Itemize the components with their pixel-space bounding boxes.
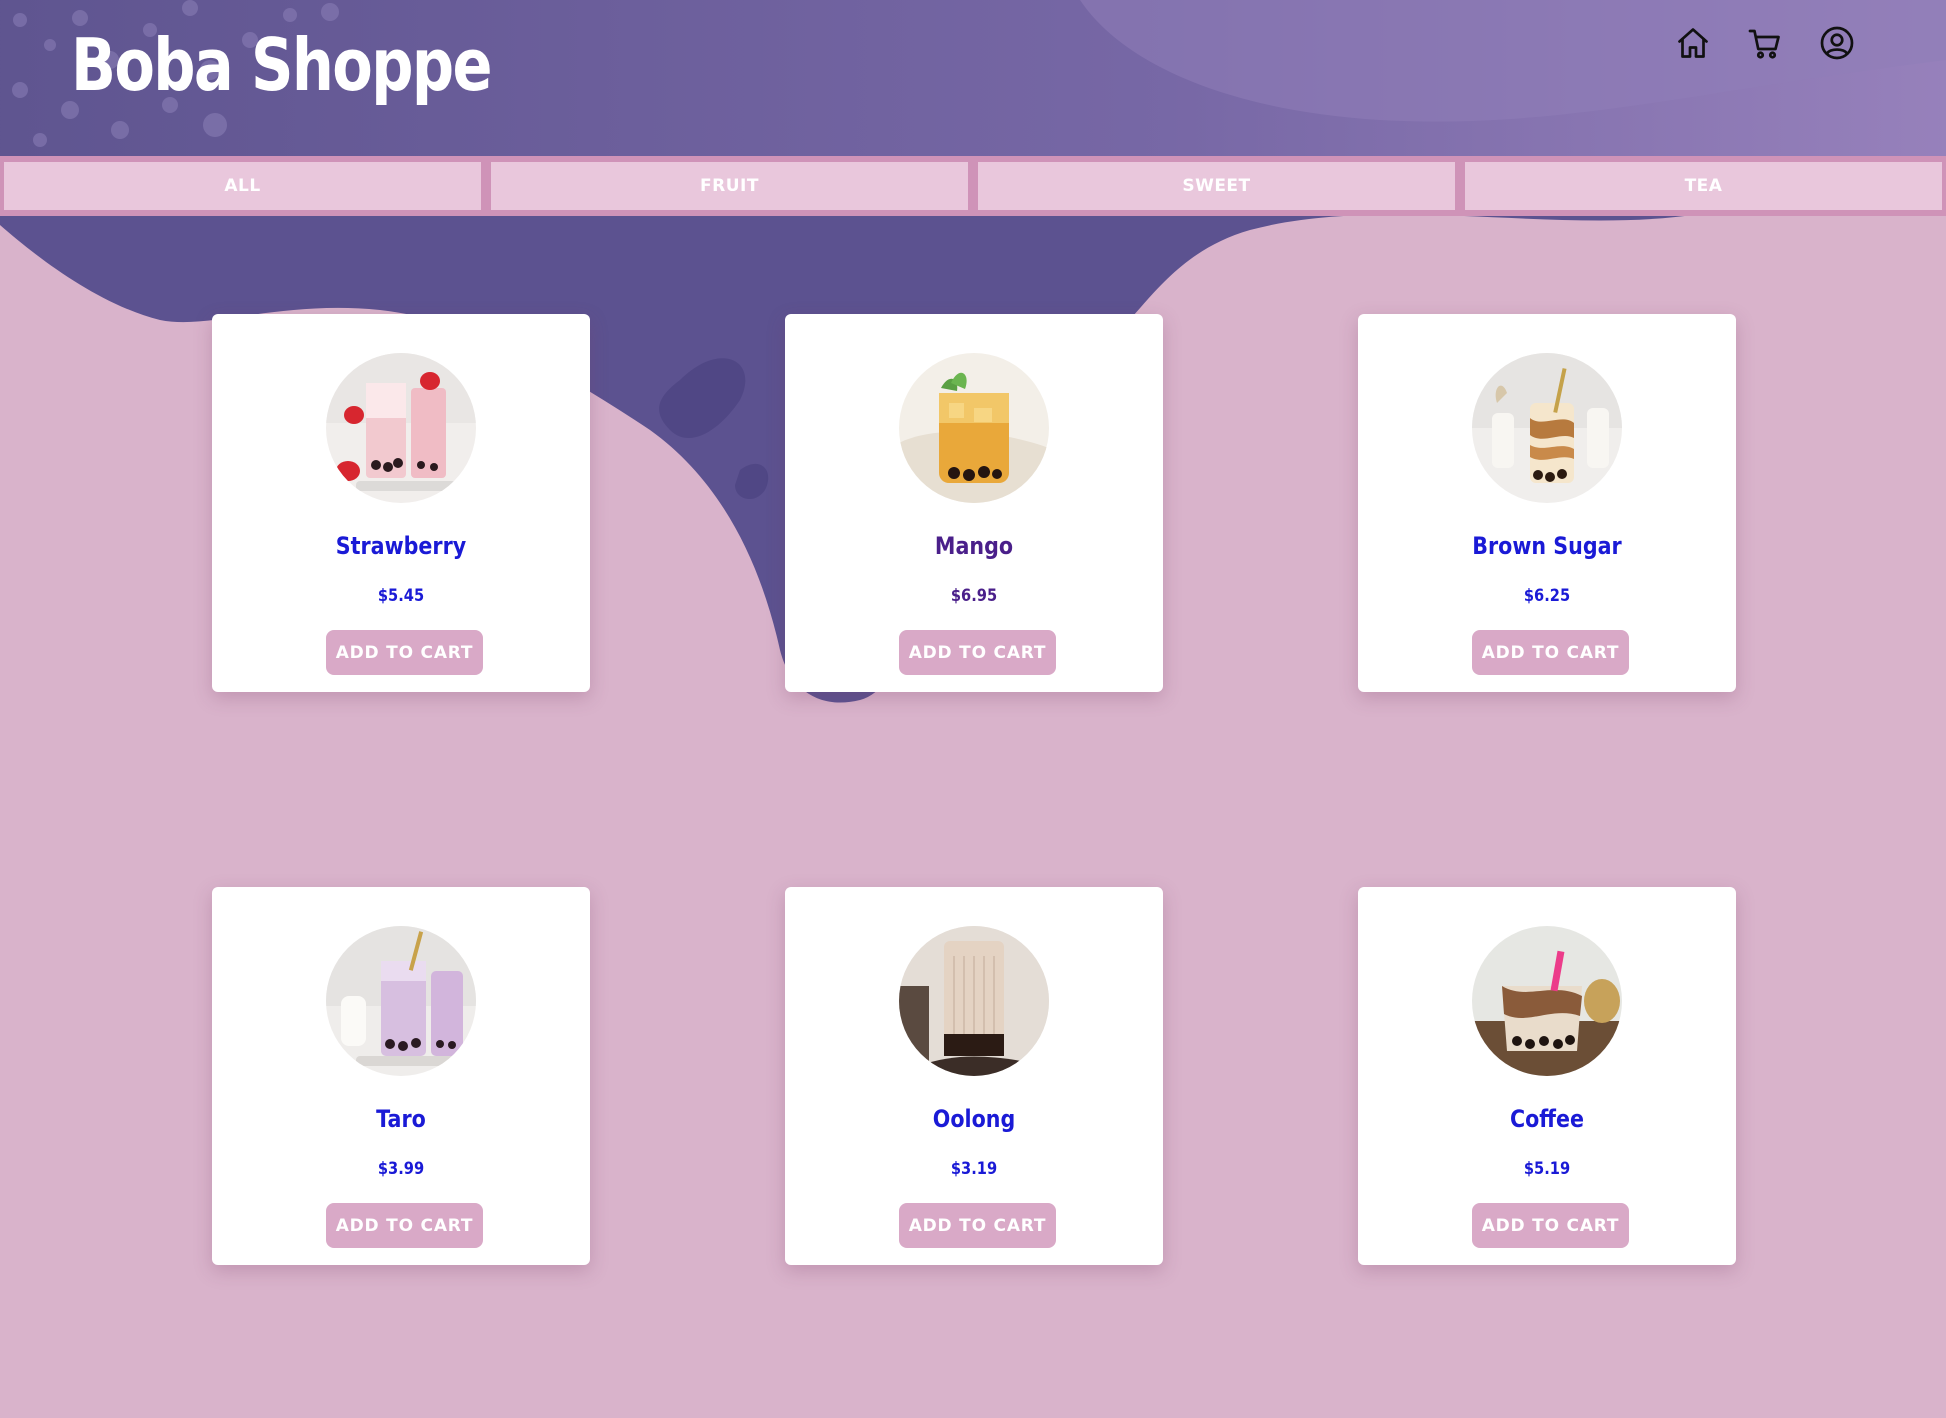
brown-sugar-boba-image[interactable] bbox=[1472, 353, 1622, 503]
tab-tea[interactable]: TEA bbox=[1465, 162, 1942, 210]
add-to-cart-button[interactable]: ADD TO CART bbox=[1472, 1203, 1629, 1248]
product-price: $3.19 bbox=[950, 1159, 998, 1179]
product-card-mango: Mango $6.95 ADD TO CART bbox=[785, 314, 1163, 692]
mango-boba-image[interactable] bbox=[899, 353, 1049, 503]
oolong-boba-image[interactable] bbox=[899, 926, 1049, 1076]
tab-fruit[interactable]: FRUIT bbox=[491, 162, 968, 210]
cart-icon[interactable] bbox=[1744, 22, 1786, 64]
product-price: $5.19 bbox=[1523, 1159, 1571, 1179]
coffee-boba-image[interactable] bbox=[1472, 926, 1622, 1076]
add-to-cart-button[interactable]: ADD TO CART bbox=[326, 630, 483, 675]
add-to-cart-button[interactable]: ADD TO CART bbox=[899, 1203, 1056, 1248]
taro-boba-image[interactable] bbox=[326, 926, 476, 1076]
strawberry-boba-image[interactable] bbox=[326, 353, 476, 503]
tab-all[interactable]: ALL bbox=[4, 162, 481, 210]
account-icon[interactable] bbox=[1816, 22, 1858, 64]
product-name: Brown Sugar bbox=[1472, 532, 1622, 560]
product-card-oolong: Oolong $3.19 ADD TO CART bbox=[785, 887, 1163, 1265]
product-name: Strawberry bbox=[335, 532, 467, 560]
site-header: Boba Shoppe bbox=[0, 0, 1946, 156]
product-card-coffee: Coffee $5.19 ADD TO CART bbox=[1358, 887, 1736, 1265]
product-name: Oolong bbox=[932, 1105, 1016, 1133]
product-price: $6.25 bbox=[1523, 586, 1571, 606]
add-to-cart-button[interactable]: ADD TO CART bbox=[326, 1203, 483, 1248]
product-price: $3.99 bbox=[377, 1159, 425, 1179]
add-to-cart-button[interactable]: ADD TO CART bbox=[899, 630, 1056, 675]
category-tabs: ALL FRUIT SWEET TEA bbox=[0, 156, 1946, 216]
tab-sweet[interactable]: SWEET bbox=[978, 162, 1455, 210]
product-card-strawberry: Strawberry $5.45 ADD TO CART bbox=[212, 314, 590, 692]
home-icon[interactable] bbox=[1672, 22, 1714, 64]
product-name: Mango bbox=[934, 532, 1014, 560]
product-price: $6.95 bbox=[950, 586, 998, 606]
product-price: $5.45 bbox=[377, 586, 425, 606]
brand-title[interactable]: Boba Shoppe bbox=[71, 20, 493, 110]
product-grid: Strawberry $5.45 ADD TO CART Mango $6.95… bbox=[212, 314, 1737, 1265]
header-icons bbox=[1672, 22, 1858, 64]
product-name: Coffee bbox=[1509, 1105, 1585, 1133]
add-to-cart-button[interactable]: ADD TO CART bbox=[1472, 630, 1629, 675]
product-name: Taro bbox=[376, 1105, 426, 1133]
product-card-brown-sugar: Brown Sugar $6.25 ADD TO CART bbox=[1358, 314, 1736, 692]
product-card-taro: Taro $3.99 ADD TO CART bbox=[212, 887, 590, 1265]
